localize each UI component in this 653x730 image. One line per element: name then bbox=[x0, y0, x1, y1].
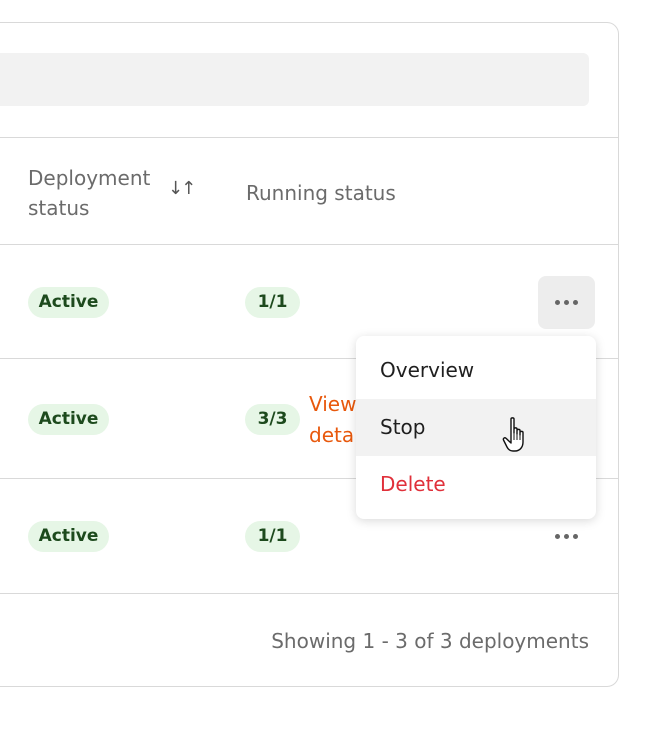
more-horizontal-icon bbox=[555, 300, 578, 305]
hand-pointer-icon bbox=[502, 417, 524, 452]
menu-item-stop[interactable]: Stop bbox=[356, 399, 596, 456]
sort-icon[interactable]: ↓↑ bbox=[168, 178, 196, 199]
pagination-summary: Showing 1 - 3 of 3 deployments bbox=[271, 629, 589, 653]
status-badge: Active bbox=[28, 404, 109, 435]
row-more-button[interactable] bbox=[538, 276, 595, 329]
divider bbox=[0, 244, 619, 245]
row-actions-menu: Overview Stop Delete bbox=[356, 336, 596, 519]
search-bar[interactable] bbox=[0, 53, 589, 106]
running-badge: 3/3 bbox=[245, 404, 300, 435]
divider bbox=[0, 137, 619, 138]
column-header-deployment-status[interactable]: Deployment status bbox=[28, 163, 158, 223]
menu-item-overview[interactable]: Overview bbox=[356, 342, 596, 399]
column-header-running-status: Running status bbox=[246, 181, 396, 205]
running-badge: 1/1 bbox=[245, 287, 300, 318]
divider bbox=[0, 593, 619, 594]
status-badge: Active bbox=[28, 521, 109, 552]
menu-item-delete[interactable]: Delete bbox=[356, 456, 596, 513]
more-horizontal-icon bbox=[555, 534, 578, 539]
view-details-link[interactable]: View detai bbox=[309, 389, 359, 451]
status-badge: Active bbox=[28, 287, 109, 318]
running-badge: 1/1 bbox=[245, 521, 300, 552]
